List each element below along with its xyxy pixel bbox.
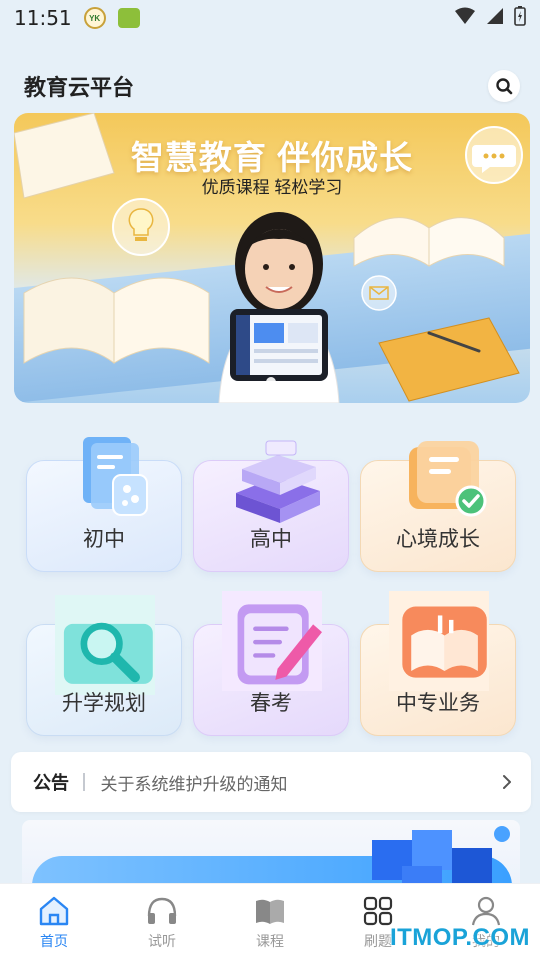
- category-label: 升学规划: [62, 692, 146, 715]
- user-icon: [471, 896, 501, 926]
- page-title: 教育云平台: [24, 75, 135, 100]
- grid-icon: [363, 896, 393, 926]
- announcement-bar[interactable]: 公告 关于系统维护升级的通知: [11, 752, 531, 812]
- announcement-text[interactable]: 关于系统维护升级的通知: [101, 770, 502, 795]
- status-icons: [454, 6, 526, 26]
- headphones-icon: [147, 897, 177, 924]
- books-icon: [236, 440, 320, 523]
- category-tile-junior-high[interactable]: 初中: [26, 437, 182, 572]
- signal-icon: [487, 8, 503, 24]
- wifi-icon: [455, 7, 475, 24]
- notebook-illustration: [378, 317, 520, 402]
- tab-label: 刷题: [364, 933, 392, 949]
- tab-label: 课程: [256, 933, 284, 949]
- banner-subtitle: 优质课程 轻松学习: [201, 178, 343, 197]
- category-tile-admission-planning[interactable]: 升学规划: [26, 595, 182, 736]
- magnifier-icon: [55, 595, 155, 695]
- box-check-icon: [409, 441, 487, 517]
- category-tile-spring-exam[interactable]: 春考: [193, 591, 349, 736]
- category-label: 高中: [250, 528, 292, 551]
- lightbulb-bubble-icon: [112, 198, 170, 256]
- search-button[interactable]: [488, 70, 520, 102]
- open-book-illustration: [23, 277, 210, 364]
- tab-home[interactable]: 首页: [14, 896, 94, 951]
- category-tile-vocational[interactable]: 中专业务: [360, 591, 516, 736]
- carousel-indicator: [266, 377, 276, 387]
- category-label: 心境成长: [396, 528, 480, 551]
- battery-icon: [514, 6, 526, 26]
- app-header: 教育云平台: [24, 68, 520, 104]
- status-time: 11:51: [14, 6, 72, 30]
- news-app-badge: [117, 8, 140, 28]
- status-bar: 11:51 YK: [0, 0, 540, 36]
- hero-banner[interactable]: 智慧教育 伴你成长 优质课程 轻松学习: [14, 113, 530, 403]
- divider: [83, 773, 85, 791]
- book-stack-icon: [83, 437, 148, 516]
- tab-label: 首页: [40, 933, 68, 949]
- announcement-tag: 公告: [33, 773, 69, 793]
- category-label: 春考: [250, 692, 292, 715]
- student-illustration: [218, 212, 340, 403]
- yk-app-badge: YK: [83, 7, 106, 29]
- chevron-right-icon[interactable]: [501, 773, 513, 791]
- banner-title: 智慧教育 伴你成长: [130, 139, 414, 176]
- home-icon: [39, 896, 69, 926]
- book-icon: [256, 899, 284, 924]
- notepad-pencil-icon: [222, 591, 322, 691]
- tab-label: 试听: [148, 933, 176, 949]
- tab-audition[interactable]: 试听: [122, 896, 202, 951]
- mail-bubble-icon: [361, 275, 397, 311]
- tab-courses[interactable]: 课程: [230, 896, 310, 951]
- open-book-illustration-right: [353, 217, 505, 267]
- category-tile-mental-growth[interactable]: 心境成长: [360, 441, 516, 572]
- search-icon: [496, 78, 513, 95]
- category-label: 中专业务: [396, 692, 480, 715]
- category-tile-senior-high[interactable]: 高中: [193, 440, 349, 572]
- open-book-icon: [389, 591, 489, 691]
- watermark: ITMOP.COM: [389, 924, 530, 951]
- category-label: 初中: [83, 528, 125, 551]
